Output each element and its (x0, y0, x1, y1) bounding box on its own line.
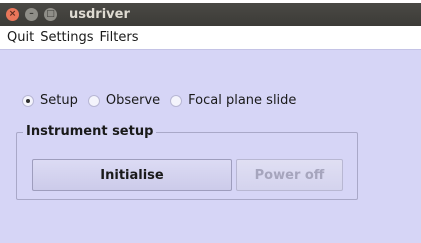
power-off-button[interactable]: Power off (236, 159, 343, 191)
radio-indicator-observe[interactable] (87, 94, 100, 107)
radio-label-setup: Setup (40, 93, 78, 108)
window-title: usdriver (69, 7, 130, 22)
menu-settings[interactable]: Settings (40, 30, 93, 45)
radio-setup[interactable]: Setup (22, 93, 78, 108)
close-window-icon[interactable]: × (6, 8, 19, 21)
radio-focal-plane-slide[interactable]: Focal plane slide (170, 93, 296, 108)
menu-filters[interactable]: Filters (100, 30, 139, 45)
instrument-setup-group: Instrument setup Initialise Power off (16, 124, 358, 200)
app-window: × – □ usdriver Quit Settings Filters Set… (0, 0, 421, 243)
maximize-window-icon[interactable]: □ (44, 8, 57, 21)
radio-label-focal-plane-slide: Focal plane slide (188, 93, 297, 108)
menu-bar: Quit Settings Filters (0, 26, 421, 49)
radio-indicator-focal-plane-slide[interactable] (170, 94, 183, 107)
mode-radio-group: Setup Observe Focal plane slide (22, 93, 306, 108)
initialise-button[interactable]: Initialise (32, 159, 232, 191)
menu-quit[interactable]: Quit (7, 30, 34, 45)
minimize-window-icon[interactable]: – (25, 8, 38, 21)
main-panel: Setup Observe Focal plane slide Instrume… (0, 49, 421, 243)
group-title: Instrument setup (23, 124, 157, 139)
radio-indicator-setup[interactable] (22, 94, 34, 107)
radio-observe[interactable]: Observe (87, 93, 161, 108)
title-bar: × – □ usdriver (0, 3, 421, 26)
radio-label-observe: Observe (105, 93, 161, 108)
